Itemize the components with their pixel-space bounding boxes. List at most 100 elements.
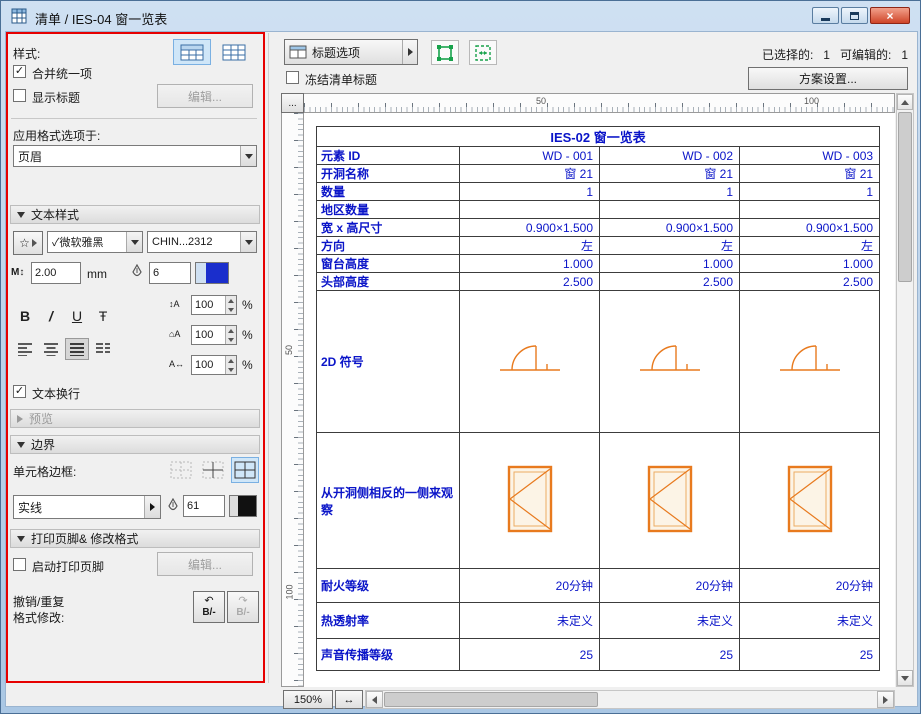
value-cell[interactable]: 20分钟 xyxy=(738,568,881,603)
value-cell[interactable]: WD - 002 xyxy=(599,146,740,165)
line-type-select[interactable]: 实线 xyxy=(13,495,161,519)
row-label-cell[interactable]: 方向 xyxy=(316,236,460,255)
horizontal-scrollbar[interactable] xyxy=(365,690,895,709)
spinner[interactable] xyxy=(225,356,236,374)
value-cell[interactable]: 未定义 xyxy=(738,602,881,639)
value-cell[interactable]: 1.000 xyxy=(599,254,740,273)
selection-area-button[interactable] xyxy=(431,40,459,65)
value-cell[interactable]: 2.500 xyxy=(738,272,881,291)
footer-section-header[interactable]: 打印页脚& 修改格式 xyxy=(10,529,260,548)
border-none-button[interactable] xyxy=(167,457,195,483)
schedule-canvas[interactable]: IES-02 窗一览表 元素 ID WD - 001 WD - 002 WD -… xyxy=(304,113,895,687)
align-right-button[interactable] xyxy=(65,338,89,360)
value-cell[interactable]: 25 xyxy=(738,638,881,671)
merge-uniform-checkbox[interactable]: ✓ xyxy=(13,65,26,78)
value-cell[interactable] xyxy=(599,200,740,219)
value-cell[interactable]: 未定义 xyxy=(459,602,600,639)
style-uniform-grid-button[interactable] xyxy=(215,39,253,65)
value-cell[interactable]: 1.000 xyxy=(459,254,600,273)
strikethrough-button[interactable]: Ŧ xyxy=(91,304,115,328)
paragraph-spacing-input[interactable]: 100 xyxy=(191,325,237,345)
row-label-cell[interactable]: 元素 ID xyxy=(316,146,460,165)
value-cell[interactable]: 1 xyxy=(738,182,881,201)
zoom-control[interactable]: 150% xyxy=(283,690,333,709)
row-label-cell[interactable]: 热透射率 xyxy=(316,602,460,639)
italic-button[interactable]: / xyxy=(39,304,63,328)
value-cell[interactable]: 窗 21 xyxy=(738,164,881,183)
line-spacing-input[interactable]: 100 xyxy=(191,295,237,315)
symbol-cell[interactable] xyxy=(599,290,740,433)
spinner[interactable] xyxy=(225,296,236,314)
value-cell[interactable]: 25 xyxy=(459,638,600,671)
minimize-button[interactable] xyxy=(812,7,839,24)
value-cell[interactable]: 左 xyxy=(459,236,600,255)
title-options-button[interactable]: 标题选项 xyxy=(284,39,418,65)
show-title-checkbox[interactable] xyxy=(13,89,26,102)
value-cell[interactable]: 窗 21 xyxy=(599,164,740,183)
row-label-cell[interactable]: 声音传播等级 xyxy=(316,638,460,671)
style-merged-header-button[interactable] xyxy=(173,39,211,65)
border-section-header[interactable]: 边界 xyxy=(10,435,260,454)
row-label-cell[interactable]: 从开洞侧相反的一侧来观察 xyxy=(316,432,460,569)
symbol-cell[interactable] xyxy=(738,432,881,569)
text-pen-color-swatch[interactable] xyxy=(195,262,229,284)
symbol-cell[interactable] xyxy=(459,432,600,569)
border-all-button[interactable] xyxy=(231,457,259,483)
value-cell[interactable]: 20分钟 xyxy=(599,568,740,603)
row-label-cell[interactable]: 耐火等级 xyxy=(316,568,460,603)
value-cell[interactable]: 1 xyxy=(599,182,740,201)
font-size-input[interactable]: 2.00 xyxy=(31,262,81,284)
value-cell[interactable]: 左 xyxy=(738,236,881,255)
value-cell[interactable] xyxy=(459,200,600,219)
value-cell[interactable]: 窗 21 xyxy=(459,164,600,183)
value-cell[interactable] xyxy=(738,200,881,219)
text-wrap-checkbox[interactable]: ✓ xyxy=(13,385,26,398)
spinner[interactable] xyxy=(225,326,236,344)
fit-width-button[interactable]: ↔ xyxy=(335,690,363,709)
align-justify-button[interactable] xyxy=(91,338,115,360)
tracking-input[interactable]: 100 xyxy=(191,355,237,375)
symbol-cell[interactable] xyxy=(599,432,740,569)
edit-title-button[interactable]: 编辑... xyxy=(157,84,253,108)
value-cell[interactable]: 1.000 xyxy=(738,254,881,273)
value-cell[interactable]: 0.900×1.500 xyxy=(738,218,881,237)
row-label-cell[interactable]: 窗台高度 xyxy=(316,254,460,273)
scroll-left-button[interactable] xyxy=(366,691,383,708)
row-label-cell[interactable]: 地区数量 xyxy=(316,200,460,219)
align-left-button[interactable] xyxy=(13,338,37,360)
value-cell[interactable]: 0.900×1.500 xyxy=(459,218,600,237)
row-label-cell[interactable]: 头部高度 xyxy=(316,272,460,291)
row-label-cell[interactable]: 2D 符号 xyxy=(316,290,460,433)
scroll-right-button[interactable] xyxy=(877,691,894,708)
border-pen-color-swatch[interactable] xyxy=(229,495,257,517)
border-inner-button[interactable] xyxy=(199,457,227,483)
ruler-corner-button[interactable]: ... xyxy=(281,93,304,113)
value-cell[interactable]: WD - 003 xyxy=(738,146,881,165)
value-cell[interactable]: 0.900×1.500 xyxy=(599,218,740,237)
font-encoding-select[interactable]: CHIN...2312 xyxy=(147,231,257,253)
vertical-scrollbar[interactable] xyxy=(896,93,914,687)
scrollbar-thumb[interactable] xyxy=(384,692,598,707)
freeze-header-checkbox[interactable] xyxy=(286,71,299,84)
row-label-cell[interactable]: 数量 xyxy=(316,182,460,201)
apply-format-select[interactable]: 页眉 xyxy=(13,145,257,167)
row-label-cell[interactable]: 开洞名称 xyxy=(316,164,460,183)
scheme-settings-button[interactable]: 方案设置... xyxy=(748,67,908,90)
maximize-button[interactable] xyxy=(841,7,868,24)
favorites-button[interactable]: ☆ xyxy=(13,231,43,255)
scroll-down-button[interactable] xyxy=(897,670,913,686)
redo-format-button[interactable]: ↷ B/- xyxy=(227,591,259,623)
preview-section-header[interactable]: 预览 xyxy=(10,409,260,428)
title-bar[interactable]: 清单 / IES-04 窗一览表 × xyxy=(1,1,920,31)
bold-button[interactable]: B xyxy=(13,304,37,328)
align-center-button[interactable] xyxy=(39,338,63,360)
underline-button[interactable]: U xyxy=(65,304,89,328)
font-family-select[interactable]: ✓微软雅黑 xyxy=(47,231,143,253)
symbol-cell[interactable] xyxy=(738,290,881,433)
text-pen-input[interactable]: 6 xyxy=(149,262,191,284)
value-cell[interactable]: 25 xyxy=(599,638,740,671)
value-cell[interactable]: 左 xyxy=(599,236,740,255)
stretch-area-button[interactable] xyxy=(469,40,497,65)
text-style-section-header[interactable]: 文本样式 xyxy=(10,205,260,224)
scroll-up-button[interactable] xyxy=(897,94,913,110)
